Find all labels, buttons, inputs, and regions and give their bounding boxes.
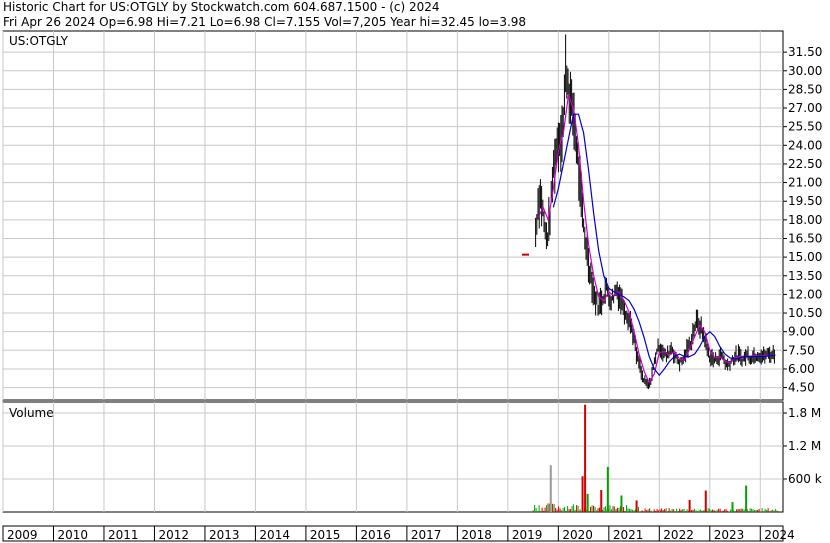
price-tick-label: 12.00	[788, 287, 822, 301]
price-tick-label: 28.50	[788, 82, 822, 96]
price-tick-label: 22.50	[788, 157, 822, 171]
x-tick-label: 2015	[310, 528, 341, 542]
price-tick-label: 15.00	[788, 250, 822, 264]
x-tick-label: 2019	[512, 528, 543, 542]
x-tick-label: 2023	[714, 528, 745, 542]
x-tick-label: 2011	[108, 528, 139, 542]
price-tick-label: 25.50	[788, 120, 822, 134]
x-tick-label: 2024	[764, 528, 795, 542]
x-tick-label: 2016	[360, 528, 391, 542]
price-tick-label: 30.00	[788, 64, 822, 78]
volume-tick-label: 1.2 M	[788, 439, 821, 453]
x-tick-label: 2012	[158, 528, 189, 542]
volume-tick-label: 1.8 M	[788, 406, 821, 420]
x-tick-label: 2017	[411, 528, 442, 542]
x-tick-label: 2013	[209, 528, 240, 542]
stock-chart: 4.50 6.00 7.50 9.00 10.50 12.00 13.50 15.00 16.5…	[2, 30, 822, 542]
x-tick-label: 2014	[259, 528, 290, 542]
price-tick-label: 6.00	[788, 362, 815, 376]
volume-legend: Volume	[9, 406, 54, 420]
volume-panel	[2, 401, 784, 513]
volume-y-axis: 600 k 1.2 M 1.8 M	[783, 406, 822, 486]
price-y-axis: 4.50 6.00 7.50 9.00 10.50 12.00 13.50 15.00 16.5…	[783, 45, 822, 395]
x-tick-label: 2010	[57, 528, 88, 542]
x-tick-label: 2018	[461, 528, 492, 542]
price-tick-label: 10.50	[788, 306, 822, 320]
volume-tick-label: 600 k	[788, 472, 822, 486]
price-tick-label: 21.00	[788, 176, 822, 190]
price-tick-label: 7.50	[788, 343, 815, 357]
price-tick-label: 13.50	[788, 269, 822, 283]
x-tick-label: 2020	[562, 528, 593, 542]
price-legend: US:OTGLY	[9, 34, 69, 48]
price-tick-label: 9.00	[788, 325, 815, 339]
price-tick-label: 16.50	[788, 231, 822, 245]
x-tick-label: 2022	[663, 528, 694, 542]
x-tick-label: 2021	[613, 528, 644, 542]
price-tick-label: 19.50	[788, 194, 822, 208]
price-tick-label: 31.50	[788, 45, 822, 59]
price-tick-label: 4.50	[788, 381, 815, 395]
price-tick-label: 18.00	[788, 213, 822, 227]
price-panel	[2, 30, 784, 401]
price-tick-label: 27.00	[788, 101, 822, 115]
price-tick-label: 24.00	[788, 138, 822, 152]
x-tick-label: 2009	[7, 528, 38, 542]
